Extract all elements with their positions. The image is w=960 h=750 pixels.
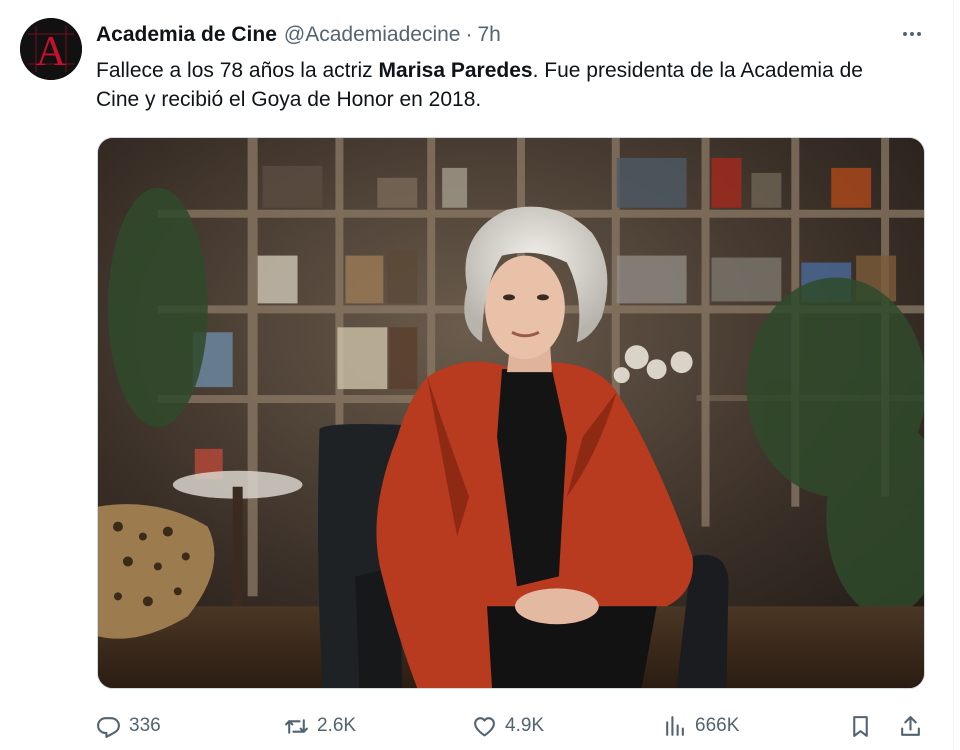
retweet-count: 2.6K [317,715,357,736]
retweet-icon [285,718,308,734]
author-display-name[interactable]: Academia de Cine [96,23,277,47]
portrait-photo-illustration [98,138,924,688]
more-options-icon[interactable] [896,22,928,46]
tweet-text-start: Fallece a los 78 años la actriz [96,59,379,82]
tweet-header: Academia de Cine @Academiadecine · 7h [96,20,501,50]
reply-icon [97,716,120,738]
share-button[interactable] [898,708,923,744]
bookmark-button[interactable] [848,708,873,744]
retweet-button[interactable]: 2.6K [284,708,356,744]
reply-button[interactable]: 336 [96,708,161,744]
separator-dot: · [465,23,473,46]
like-button[interactable]: 4.9K [472,708,544,744]
analytics-icon [666,715,684,736]
like-count: 4.9K [505,715,545,736]
author-handle[interactable]: @Academiadecine [284,23,461,47]
tweet-text: Fallece a los 78 años la actriz Marisa P… [96,56,896,114]
tweet-text-bold-name[interactable]: Marisa Paredes [378,59,532,82]
svg-text:A: A [36,29,67,75]
views-count: 666K [695,715,740,736]
academia-logo-icon: A [20,18,82,80]
bookmark-icon [853,715,868,737]
tweet-timestamp[interactable]: 7h [478,23,501,47]
tweet-actions: 336 2.6K 4.9K 666K [96,708,926,744]
timeline-border [953,0,954,750]
reply-count: 336 [129,715,161,736]
share-icon [901,715,920,736]
views-button[interactable]: 666K [662,708,739,744]
heart-icon [474,716,495,736]
tweet-photo[interactable] [97,137,925,689]
avatar[interactable]: A [20,18,82,80]
